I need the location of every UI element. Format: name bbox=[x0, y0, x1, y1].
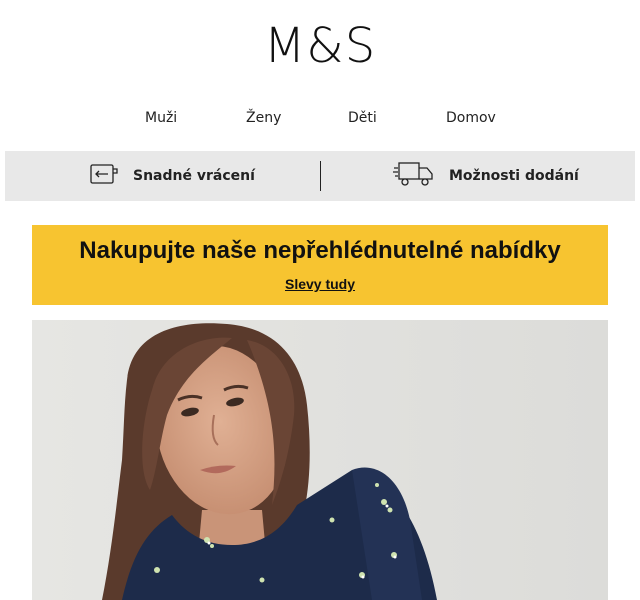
service-bar: Snadné vrácení Možnosti dodání bbox=[5, 151, 635, 201]
service-divider bbox=[320, 161, 321, 191]
delivery-truck-icon bbox=[393, 160, 435, 192]
nav-item-men[interactable]: Muži bbox=[145, 108, 177, 128]
nav-item-home[interactable]: Domov bbox=[446, 108, 496, 128]
hero-image[interactable] bbox=[32, 320, 608, 600]
nav-item-women[interactable]: Ženy bbox=[246, 108, 281, 128]
main-nav: Muži Ženy Děti Domov bbox=[0, 108, 640, 128]
promo-banner: Nakupujte naše nepřehlédnutelné nabídky … bbox=[32, 225, 608, 305]
easy-returns-label: Snadné vrácení bbox=[133, 168, 255, 184]
easy-returns-link[interactable]: Snadné vrácení bbox=[89, 151, 255, 201]
delivery-options-label: Možnosti dodání bbox=[449, 168, 579, 184]
promo-sale-link[interactable]: Slevy tudy bbox=[32, 276, 608, 292]
promo-title: Nakupujte naše nepřehlédnutelné nabídky bbox=[79, 237, 561, 264]
delivery-options-link[interactable]: Možnosti dodání bbox=[393, 151, 579, 201]
brand-logo[interactable]: M&S bbox=[0, 18, 640, 74]
nav-item-kids[interactable]: Děti bbox=[348, 108, 377, 128]
return-box-icon bbox=[89, 161, 119, 191]
